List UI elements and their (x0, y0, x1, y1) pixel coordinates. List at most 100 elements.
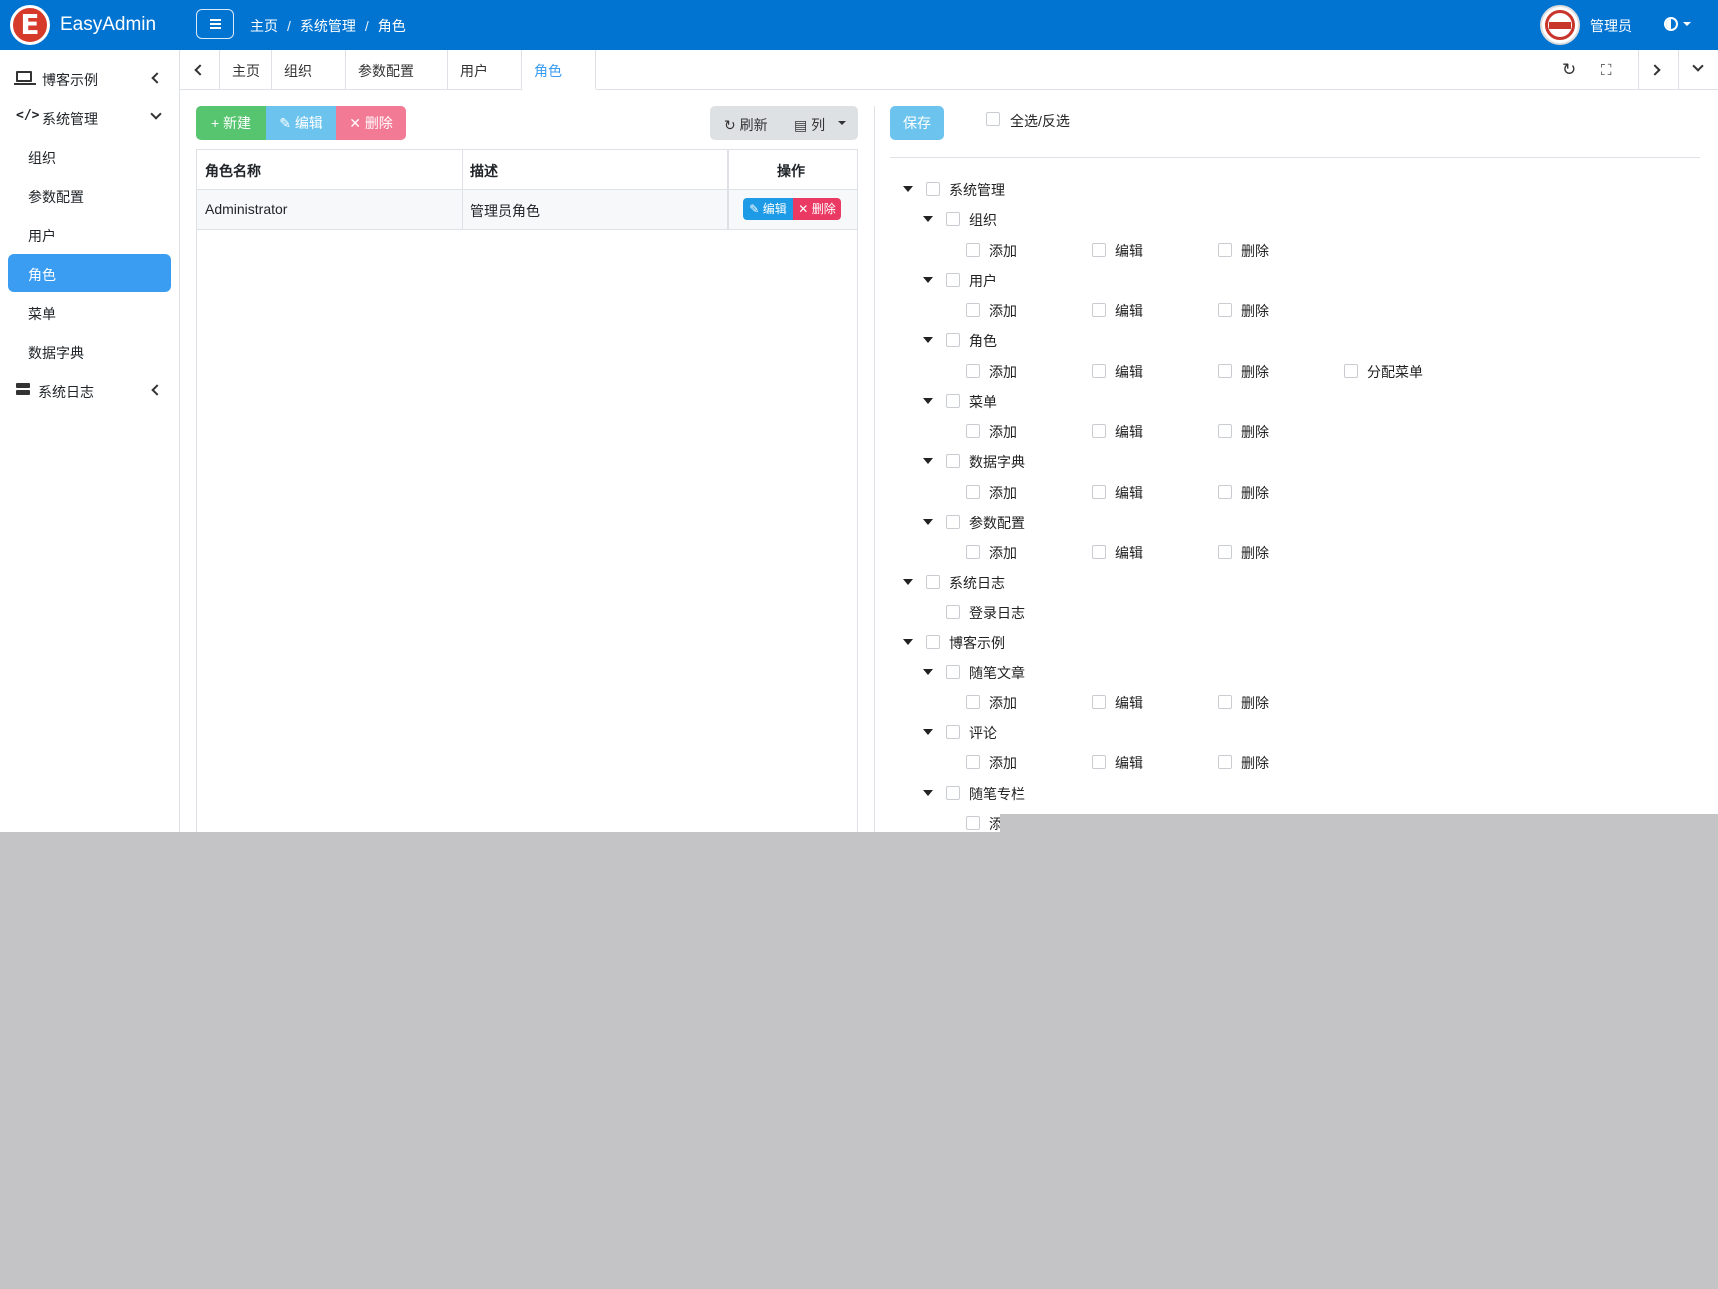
perm-checkbox[interactable] (966, 243, 980, 257)
perm-checkbox[interactable] (946, 394, 960, 408)
tab-params[interactable]: 参数配置 (346, 50, 448, 90)
save-button[interactable]: 保存 (890, 106, 944, 140)
perm-checkbox[interactable] (1092, 303, 1106, 317)
perm-checkbox[interactable] (1218, 485, 1232, 499)
caret-down-icon[interactable] (923, 216, 933, 222)
column-header-desc[interactable]: 描述 (462, 150, 727, 190)
perm-checkbox[interactable] (1092, 243, 1106, 257)
caret-down-icon[interactable] (903, 186, 913, 192)
perm-checkbox[interactable] (966, 755, 980, 769)
sidebar-item-users[interactable]: 用户 (8, 215, 171, 253)
perm-action-label: 添加 (989, 485, 1017, 501)
sidebar-item-roles[interactable]: 角色 (8, 254, 171, 292)
user-menu[interactable]: 管理员 (1590, 16, 1632, 36)
menu-icon-bar (210, 27, 221, 29)
tab-home[interactable]: 主页 (220, 50, 272, 90)
perm-checkbox[interactable] (1218, 243, 1232, 257)
sidebar-item-menus[interactable]: 菜单 (8, 293, 171, 331)
refresh-icon[interactable]: ↻ (1562, 60, 1576, 80)
perm-checkbox[interactable] (946, 273, 960, 287)
sidebar-item-blog[interactable]: 博客示例 (8, 59, 171, 97)
tab-roles[interactable]: 角色 (522, 50, 596, 90)
refresh-button[interactable]: ↻ 刷新 (724, 115, 768, 135)
perm-checkbox[interactable] (966, 545, 980, 559)
caret-down-icon[interactable] (923, 729, 933, 735)
breadcrumb-system[interactable]: 系统管理 (300, 18, 356, 34)
perm-checkbox[interactable] (926, 575, 940, 589)
caret-down-icon[interactable] (903, 579, 913, 585)
caret-down-icon[interactable] (923, 337, 933, 343)
perm-checkbox[interactable] (1092, 695, 1106, 709)
new-button[interactable]: + 新建 (196, 106, 266, 140)
avatar[interactable] (1540, 5, 1580, 45)
columns-button[interactable]: ▤ 列 (794, 115, 825, 135)
sidebar-item-logs[interactable]: 系统日志 (8, 371, 171, 409)
fullscreen-icon[interactable]: ⛶ (1601, 61, 1612, 79)
perm-checkbox[interactable] (1218, 545, 1232, 559)
sidebar-item-org[interactable]: 组织 (8, 137, 171, 175)
cropped-area (1000, 814, 1718, 832)
column-divider (462, 150, 463, 230)
perm-checkbox[interactable] (946, 665, 960, 679)
perm-checkbox[interactable] (1092, 364, 1106, 378)
perm-checkbox[interactable] (946, 333, 960, 347)
perm-checkbox[interactable] (946, 454, 960, 468)
caret-down-icon[interactable] (923, 790, 933, 796)
table-row[interactable]: Administrator (197, 190, 462, 230)
perm-checkbox[interactable] (946, 786, 960, 800)
caret-down-icon[interactable] (1683, 22, 1691, 26)
perm-checkbox[interactable] (966, 424, 980, 438)
tab-scroll-left-button[interactable] (180, 50, 220, 90)
breadcrumb-home[interactable]: 主页 (250, 18, 278, 34)
tab-users[interactable]: 用户 (448, 50, 522, 90)
sidebar-item-params[interactable]: 参数配置 (8, 176, 171, 214)
perm-checkbox[interactable] (1092, 485, 1106, 499)
perm-checkbox[interactable] (1218, 755, 1232, 769)
edit-button[interactable]: ✎ 编辑 (266, 106, 336, 140)
row-delete-button[interactable]: ✕ 删除 (793, 198, 841, 220)
perm-checkbox[interactable] (946, 515, 960, 529)
perm-checkbox[interactable] (926, 182, 940, 196)
caret-down-icon[interactable] (923, 458, 933, 464)
perm-checkbox[interactable] (1092, 755, 1106, 769)
perm-node-label: 用户 (969, 273, 997, 289)
perm-checkbox[interactable] (946, 725, 960, 739)
row-edit-button[interactable]: ✎ 编辑 (743, 198, 793, 220)
caret-down-icon[interactable] (923, 277, 933, 283)
perm-action-label: 添加 (989, 364, 1017, 380)
table-cell-desc[interactable]: 管理员角色 (462, 190, 727, 230)
perm-checkbox[interactable] (1218, 424, 1232, 438)
perm-checkbox[interactable] (1092, 545, 1106, 559)
perm-checkbox[interactable] (966, 364, 980, 378)
perm-checkbox[interactable] (1218, 364, 1232, 378)
sidebar-item-dictionary[interactable]: 数据字典 (8, 332, 171, 370)
column-header-name[interactable]: 角色名称 (197, 150, 462, 190)
select-all-checkbox[interactable] (986, 112, 1000, 126)
caret-down-icon[interactable] (903, 639, 913, 645)
perm-checkbox[interactable] (1218, 695, 1232, 709)
tab-org[interactable]: 组织 (272, 50, 346, 90)
perm-checkbox[interactable] (1218, 303, 1232, 317)
chevron-left-icon (194, 64, 206, 76)
app-name[interactable]: EasyAdmin (60, 14, 156, 36)
perm-checkbox[interactable] (966, 303, 980, 317)
perm-checkbox[interactable] (966, 816, 980, 830)
perm-checkbox[interactable] (966, 485, 980, 499)
perm-checkbox[interactable] (1344, 364, 1358, 378)
caret-down-icon[interactable] (923, 398, 933, 404)
caret-down-icon[interactable] (923, 669, 933, 675)
perm-checkbox[interactable] (966, 695, 980, 709)
tab-scroll-right-button[interactable] (1638, 50, 1678, 90)
theme-toggle-icon[interactable] (1664, 17, 1678, 31)
delete-button[interactable]: ✕ 删除 (336, 106, 406, 140)
tab-menu-button[interactable] (1678, 50, 1718, 90)
perm-checkbox[interactable] (946, 605, 960, 619)
perm-checkbox[interactable] (1092, 424, 1106, 438)
perm-action-label: 编辑 (1115, 424, 1143, 440)
sidebar-toggle-button[interactable] (196, 9, 234, 39)
app-logo[interactable]: E (10, 5, 50, 45)
perm-checkbox[interactable] (946, 212, 960, 226)
perm-checkbox[interactable] (926, 635, 940, 649)
caret-down-icon[interactable] (923, 519, 933, 525)
sidebar-item-system[interactable]: </> 系统管理 (8, 98, 171, 136)
